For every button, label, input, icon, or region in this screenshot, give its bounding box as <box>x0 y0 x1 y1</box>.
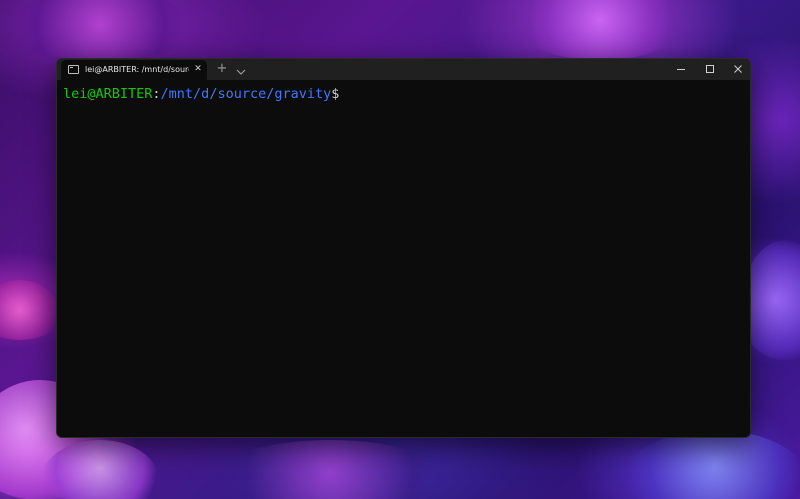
close-window-button[interactable] <box>724 59 750 80</box>
minimize-button[interactable] <box>667 59 695 80</box>
wallpaper-petal <box>620 430 800 499</box>
chevron-down-icon[interactable] <box>235 63 247 75</box>
prompt-symbol: $ <box>331 86 340 102</box>
shell-prompt: lei@ARBITER:/mnt/d/source/gravity$ <box>63 86 339 102</box>
title-bar[interactable]: lei@ARBITER: /mnt/d/source/gr ✕ + <box>57 59 750 80</box>
terminal-icon <box>68 65 79 74</box>
desktop-wallpaper: lei@ARBITER: /mnt/d/source/gr ✕ + <box>0 0 800 499</box>
wallpaper-petal <box>0 280 60 340</box>
wallpaper-petal <box>0 0 200 60</box>
prompt-user-host: lei@ARBITER <box>63 86 153 102</box>
maximize-icon <box>706 65 714 73</box>
prompt-separator: : <box>152 86 161 102</box>
maximize-button[interactable] <box>696 59 724 80</box>
terminal-window: lei@ARBITER: /mnt/d/source/gr ✕ + <box>56 58 751 438</box>
tab-terminal[interactable]: lei@ARBITER: /mnt/d/source/gr ✕ <box>61 60 207 80</box>
close-tab-icon[interactable]: ✕ <box>193 64 203 74</box>
minimize-icon <box>677 69 685 70</box>
wallpaper-petal <box>200 440 460 499</box>
prompt-cwd: /mnt/d/source/gravity <box>160 86 332 102</box>
new-tab-button[interactable]: + <box>215 61 229 77</box>
tab-title: lei@ARBITER: /mnt/d/source/gr <box>85 65 189 74</box>
terminal-output[interactable]: lei@ARBITER:/mnt/d/source/gravity$ <box>57 80 750 437</box>
wallpaper-petal <box>520 0 680 60</box>
close-icon <box>734 65 742 73</box>
